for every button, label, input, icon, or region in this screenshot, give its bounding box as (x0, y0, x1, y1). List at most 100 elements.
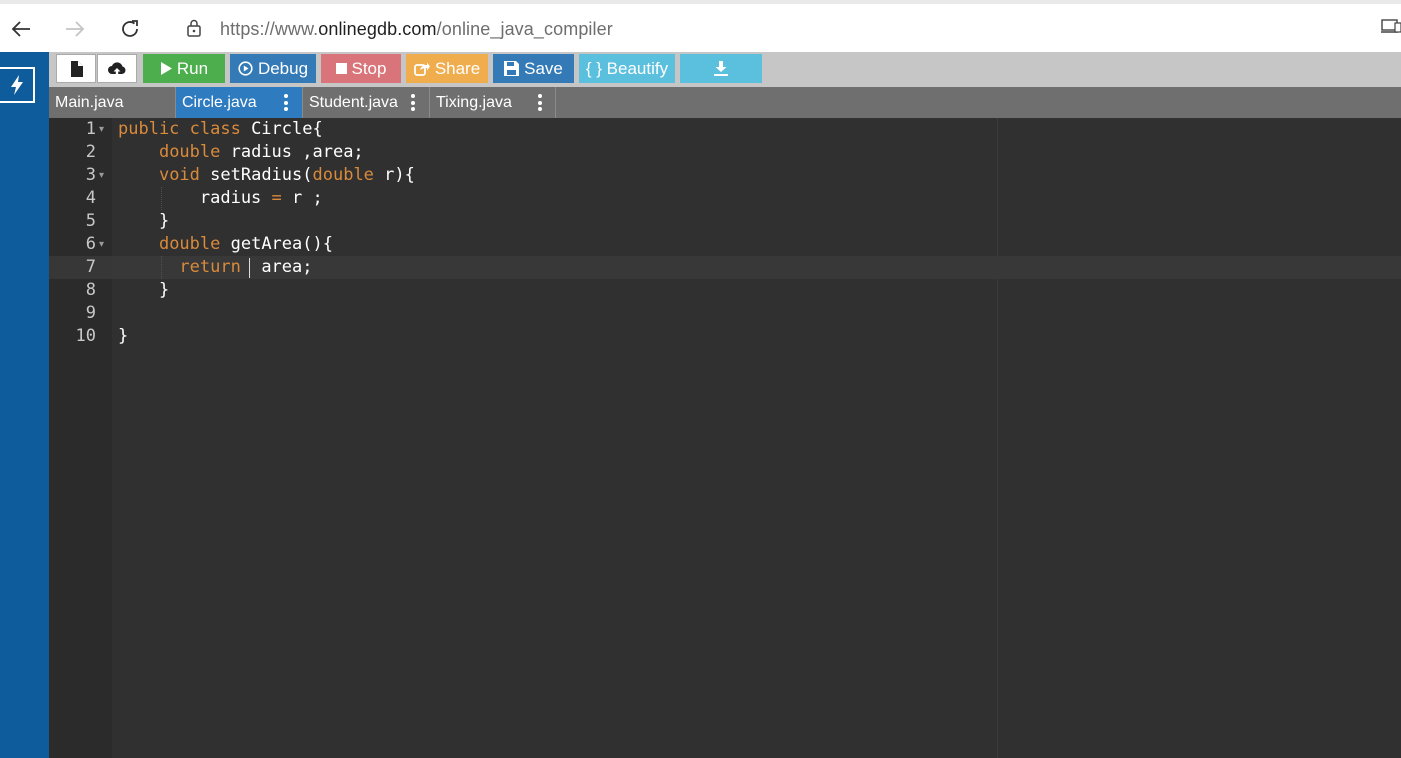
code-line: return area; (118, 256, 313, 279)
play-circle-icon (238, 61, 253, 76)
share-label: Share (434, 58, 481, 78)
code-keyword: double (158, 234, 221, 254)
save-button[interactable]: Save (493, 54, 574, 83)
lightning-icon (10, 75, 23, 95)
save-label: Save (524, 58, 563, 78)
forward-button[interactable] (58, 12, 92, 46)
tab-student-java[interactable]: Student.java (303, 87, 430, 118)
code-token: radius ,area; (220, 142, 364, 162)
tab-menu-icon[interactable] (284, 94, 288, 111)
file-tabs: Main.java Circle.java Student.java Tixin… (49, 87, 1401, 118)
tab-circle-java[interactable]: Circle.java (176, 87, 303, 118)
play-icon (160, 62, 172, 75)
print-margin (997, 118, 998, 758)
lock-icon (186, 19, 202, 42)
code-line: double getArea(){ (118, 233, 333, 256)
beautify-button[interactable]: { } Beautify (579, 54, 675, 83)
floppy-disk-icon (504, 61, 520, 76)
tab-tixing-java[interactable]: Tixing.java (430, 87, 556, 118)
share-button[interactable]: Share (406, 54, 488, 83)
refresh-icon (122, 20, 138, 37)
tab-menu-icon[interactable] (538, 94, 542, 111)
line-number: 9 (85, 303, 96, 323)
sidebar-toggle-button[interactable] (0, 67, 35, 103)
code-line: public class Circle{ (118, 118, 323, 141)
tab-label: Student.java (309, 93, 398, 111)
code-token: radius (118, 188, 272, 208)
file-icon (70, 60, 83, 77)
share-icon (413, 62, 430, 76)
devices-icon[interactable] (1381, 18, 1401, 39)
code-token: r){ (373, 165, 415, 185)
line-number: 8 (85, 280, 96, 300)
url-path: /online_java_compiler (436, 19, 613, 39)
code-keyword: = (271, 188, 282, 208)
stop-icon (335, 63, 347, 74)
code-token: r ; (281, 188, 323, 208)
code-token: } (118, 326, 129, 346)
code-line: } (118, 210, 169, 233)
editor-toolbar: Run Debug Stop Share Save { } Beautify (49, 52, 1401, 87)
code-token: Circle{ (251, 119, 323, 139)
address-bar[interactable]: https://www.onlinegdb.com/online_java_co… (168, 9, 1401, 49)
cloud-upload-icon (108, 61, 126, 77)
run-button[interactable]: Run (143, 54, 225, 83)
left-sidebar (0, 52, 49, 758)
line-number: 3 (85, 165, 96, 185)
tab-menu-icon[interactable] (411, 94, 415, 111)
stop-button[interactable]: Stop (321, 54, 401, 83)
code-token: setRadius( (199, 165, 313, 185)
code-keyword: return (179, 257, 241, 277)
tab-main-java[interactable]: Main.java (49, 87, 176, 118)
new-file-button[interactable] (56, 54, 96, 83)
code-line: void setRadius(double r){ (118, 164, 415, 187)
line-number: 4 (85, 188, 96, 208)
fold-toggle-icon[interactable]: ▾ (99, 164, 109, 187)
tab-label: Circle.java (182, 93, 257, 111)
run-label: Run (176, 58, 209, 78)
back-button[interactable] (4, 12, 38, 46)
line-number: 6 (85, 234, 96, 254)
code-token: area; (240, 257, 313, 277)
line-number: 7 (85, 257, 96, 277)
tab-label: Tixing.java (436, 93, 512, 111)
download-button[interactable] (680, 54, 762, 83)
code-token: } (118, 280, 170, 300)
url-host: onlinegdb.com (318, 19, 437, 39)
code-editor[interactable] (112, 118, 1401, 758)
beautify-label: { } Beautify (585, 58, 669, 78)
code-line: } (118, 325, 128, 348)
back-arrow-icon (11, 21, 30, 37)
download-icon (714, 61, 728, 76)
stop-label: Stop (351, 58, 387, 78)
code-keyword: double (158, 142, 221, 162)
text-cursor (249, 258, 250, 278)
code-keyword: void (158, 165, 200, 185)
fold-toggle-icon[interactable]: ▾ (99, 233, 109, 256)
refresh-button[interactable] (113, 12, 147, 46)
tab-label: Main.java (55, 93, 124, 111)
upload-button[interactable] (97, 54, 137, 83)
line-number: 10 (75, 326, 96, 346)
code-token: } (118, 211, 170, 231)
debug-button[interactable]: Debug (230, 54, 316, 83)
code-keyword: public class (118, 119, 252, 139)
browser-toolbar: https://www.onlinegdb.com/online_java_co… (0, 0, 1401, 52)
url-text: https://www.onlinegdb.com/online_java_co… (220, 19, 613, 40)
code-line: radius = r ; (118, 187, 323, 210)
code-keyword: double (312, 165, 374, 185)
code-line: double radius ,area; (118, 141, 364, 164)
code-line: } (118, 279, 169, 302)
url-scheme: https://www. (220, 19, 319, 39)
code-token: getArea(){ (220, 234, 333, 254)
line-number: 1 (85, 119, 96, 139)
debug-label: Debug (257, 58, 309, 78)
fold-toggle-icon[interactable]: ▾ (99, 118, 109, 141)
line-number: 5 (85, 211, 96, 231)
line-number: 2 (85, 142, 96, 162)
forward-arrow-icon (66, 21, 85, 37)
